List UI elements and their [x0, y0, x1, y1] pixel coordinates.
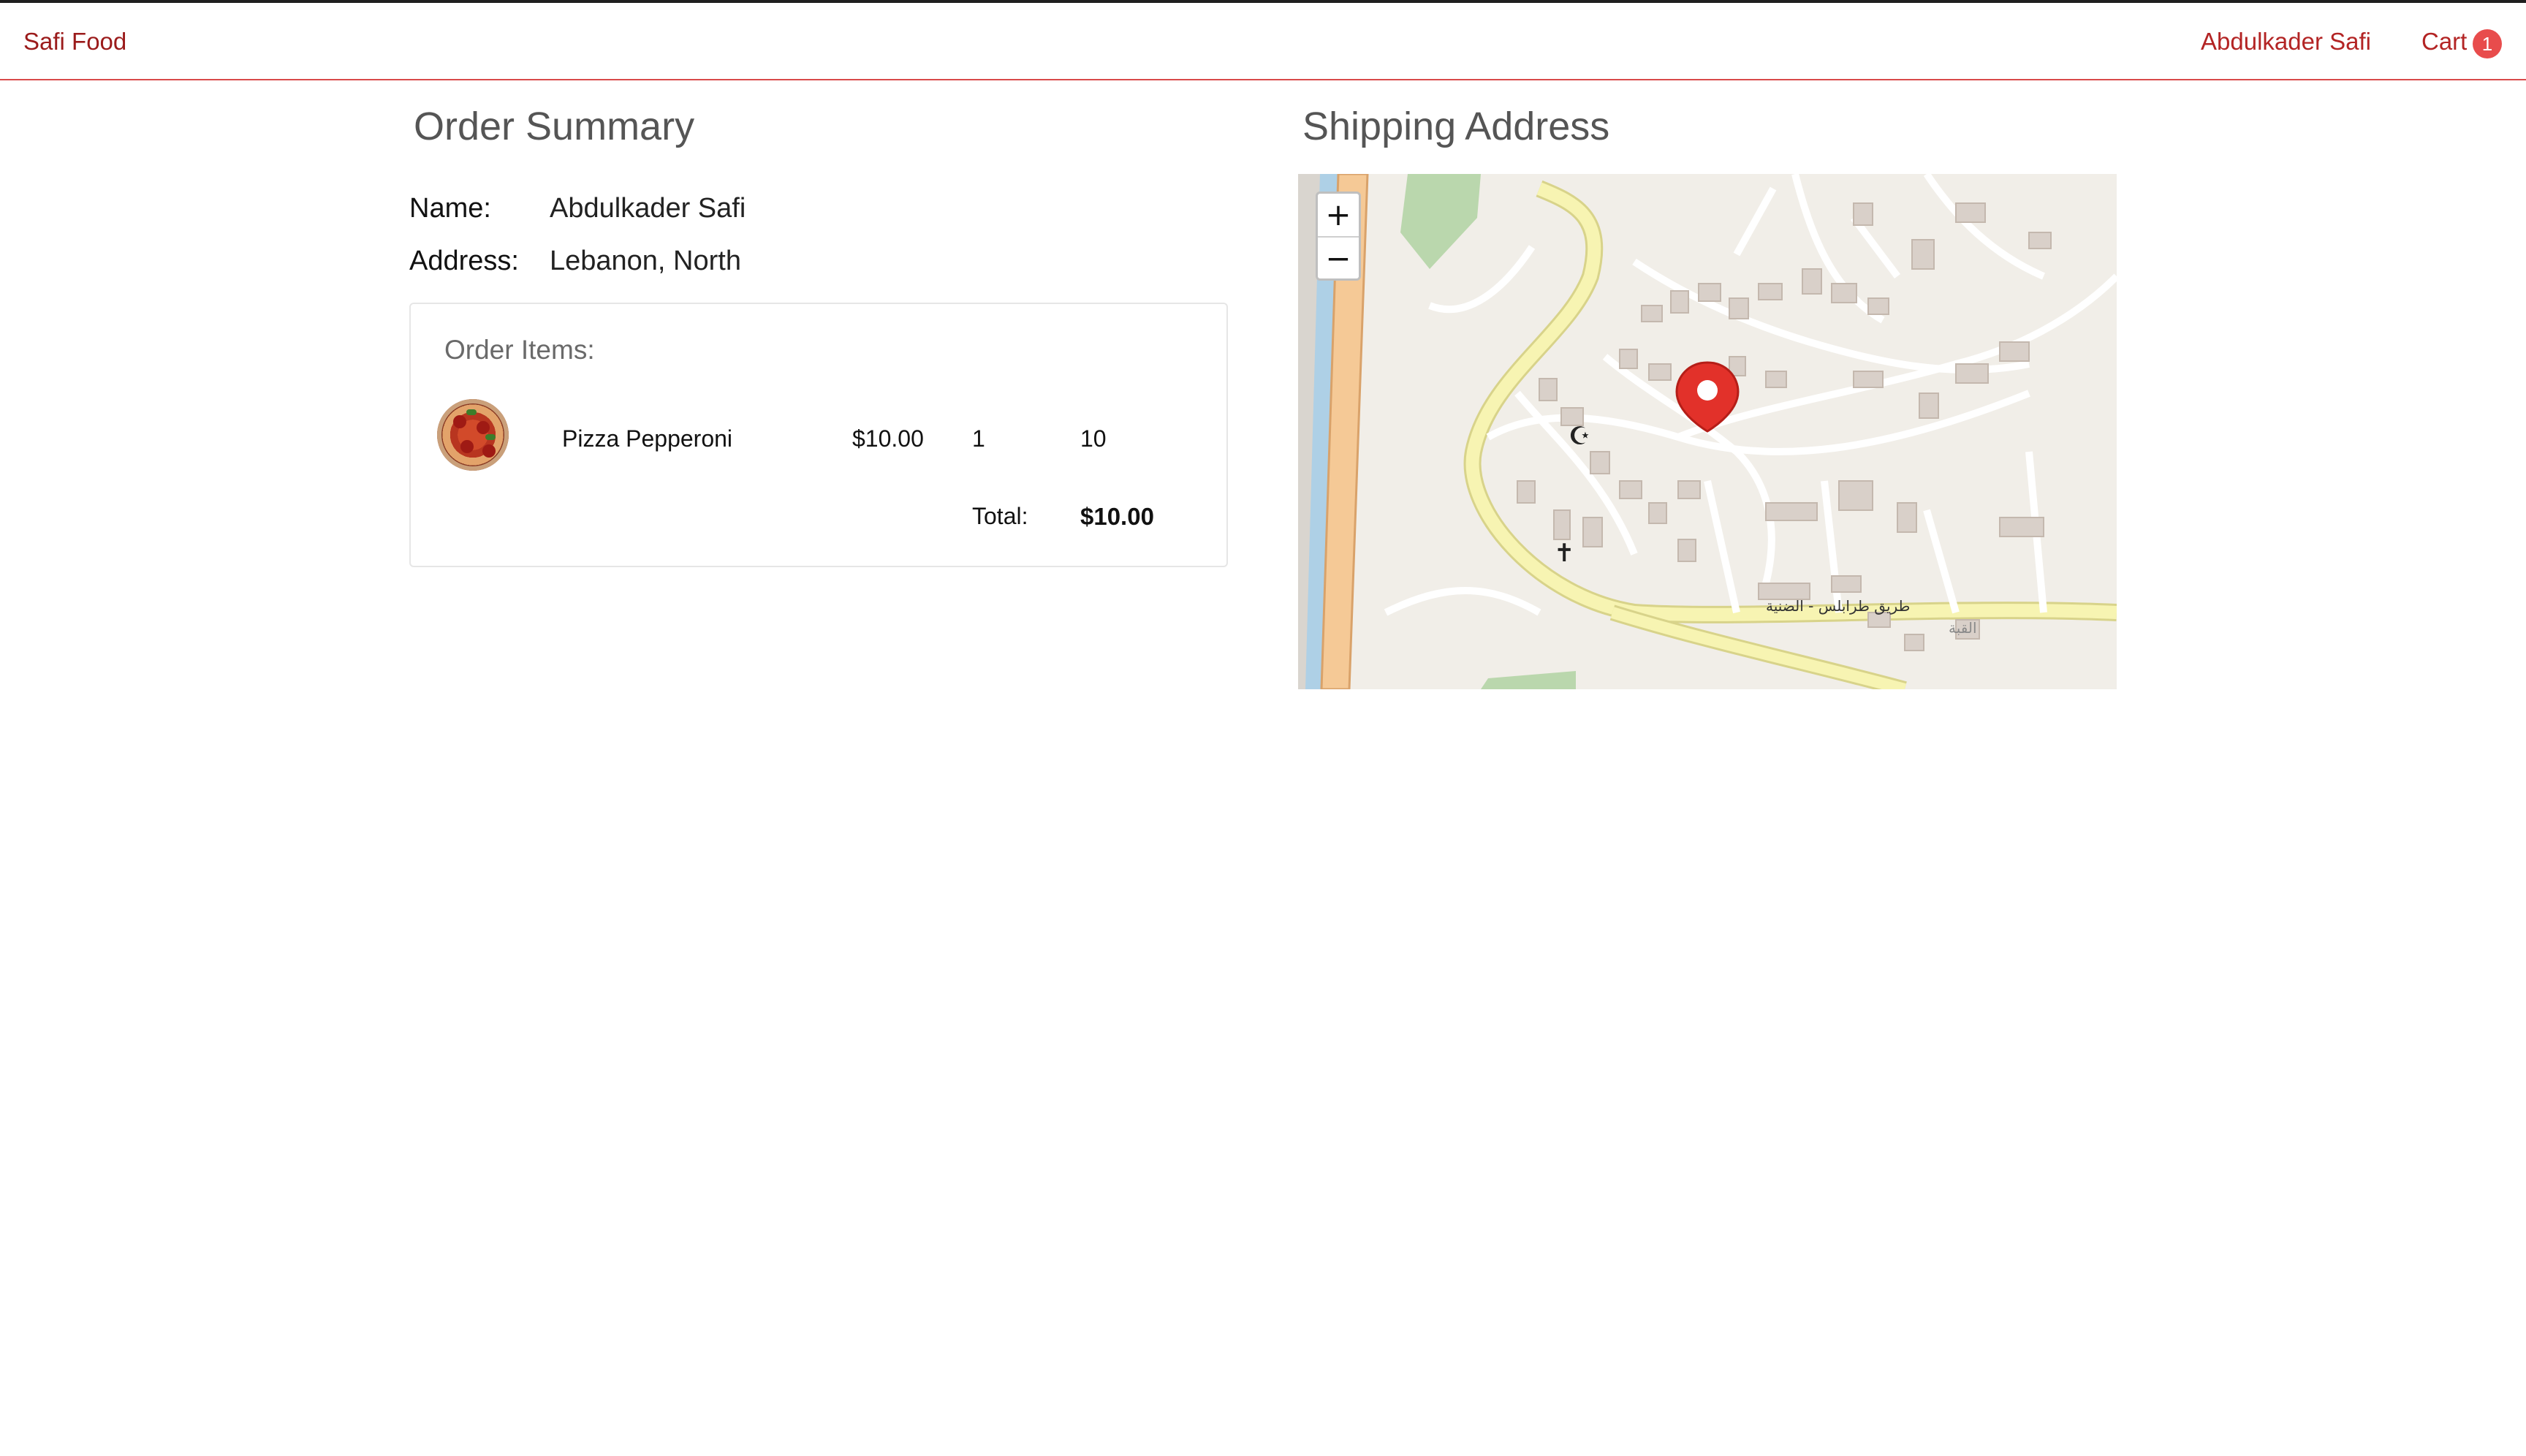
total-value: $10.00 [1080, 503, 1154, 530]
item-price: $10.00 [852, 425, 924, 452]
cart-link[interactable]: Cart [2421, 28, 2467, 56]
name-label: Name: [409, 193, 491, 224]
item-subtotal: 10 [1080, 425, 1107, 452]
place-label: القبة [1949, 619, 1977, 637]
pepperoni-slice [477, 421, 490, 434]
basil-leaf [485, 434, 496, 440]
map-zoom-control: + − [1316, 192, 1361, 281]
order-summary-title: Order Summary [414, 105, 695, 148]
address-value: Lebanon, North [550, 246, 741, 276]
item-quantity: 1 [972, 425, 985, 452]
mosque-symbol: ☪ [1569, 422, 1590, 451]
order-items-title: Order Items: [444, 335, 595, 365]
pizza-image [437, 399, 509, 471]
brand-link[interactable]: Safi Food [23, 28, 126, 56]
shipping-map[interactable]: ☪ ✝ طريق طرابلس - الضنية القبة [1298, 174, 2117, 689]
pepperoni-slice [453, 415, 466, 428]
zoom-in-button[interactable]: + [1318, 194, 1359, 236]
cart-count-badge: 1 [2473, 29, 2502, 58]
basil-leaf [466, 409, 477, 415]
address-label: Address: [409, 246, 519, 276]
total-label: Total: [972, 503, 1028, 529]
item-name: Pizza Pepperoni [562, 425, 733, 452]
road-label: طريق طرابلس - الضنية [1766, 597, 1910, 615]
map-tiles: ☪ ✝ طريق طرابلس - الضنية القبة [1298, 174, 2117, 689]
user-menu-link[interactable]: Abdulkader Safi [2201, 28, 2371, 56]
zoom-out-button[interactable]: − [1318, 236, 1359, 278]
pepperoni-slice [460, 440, 474, 453]
pepperoni-slice [482, 444, 496, 458]
name-value: Abdulkader Safi [550, 193, 746, 224]
shipping-address-title: Shipping Address [1302, 105, 1610, 148]
top-navbar: Safi Food Abdulkader Safi Cart 1 [0, 0, 2526, 80]
church-symbol: ✝ [1554, 539, 1575, 568]
